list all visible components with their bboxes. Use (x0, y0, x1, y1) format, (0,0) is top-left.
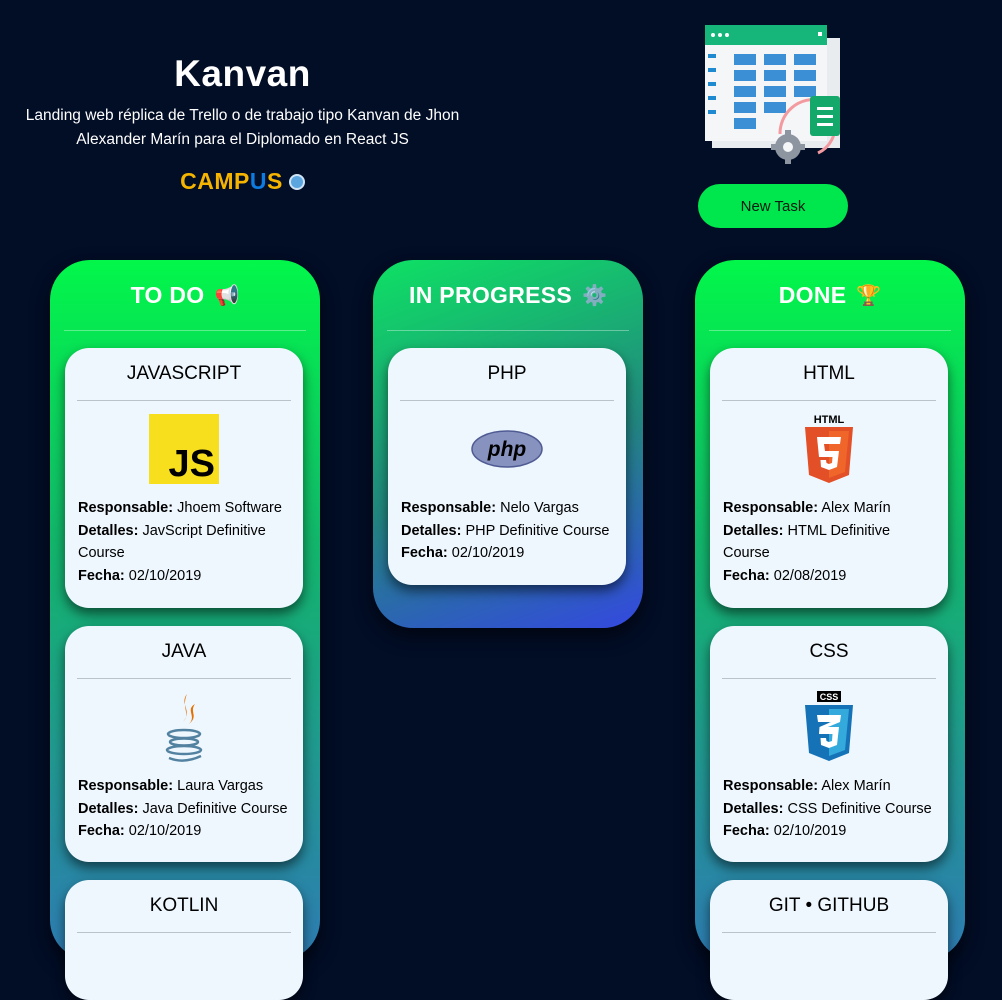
column-in-progress: IN PROGRESS ⚙️ PHP php Responsable: Nelo… (373, 260, 643, 628)
campus-logo: CAMPUS (180, 168, 305, 195)
card-detalles: CSS Definitive Course (787, 800, 932, 817)
megaphone-icon: 📢 (214, 284, 240, 307)
task-card-java[interactable]: JAVA Responsable: Laura Vargas Detalles:… (65, 626, 303, 862)
card-title: JAVA (77, 626, 291, 679)
gear-icon: ⚙️ (582, 284, 607, 307)
svg-text:JS: JS (169, 443, 215, 484)
card-title: JAVASCRIPT (77, 348, 291, 401)
card-responsable: Alex Marín (821, 500, 891, 516)
column-title: DONE (778, 281, 847, 308)
card-detalles: Java Definitive Course (142, 800, 288, 817)
svg-text:CSS: CSS (820, 692, 839, 702)
card-fecha: 02/10/2019 (128, 823, 202, 839)
card-responsable: Alex Marín (821, 778, 891, 794)
column-todo-header: TO DO 📢 (64, 260, 306, 331)
svg-text:php: php (487, 438, 527, 461)
card-title: GIT • GITHUB (722, 880, 936, 933)
java-logo-icon (165, 694, 203, 762)
column-title: TO DO (130, 281, 205, 308)
css3-logo-icon: CSS (805, 691, 853, 761)
card-responsable: Jhoem Software (177, 500, 282, 516)
task-card-css[interactable]: CSS CSS Responsable: Alex Marín Detalles… (710, 626, 948, 862)
campus-badge-icon (288, 173, 305, 190)
kanban-board-illustration (705, 25, 840, 164)
task-card-javascript[interactable]: JAVASCRIPT JS Responsable: Jhoem Softwar… (65, 348, 303, 608)
card-fecha: 02/10/2019 (773, 823, 847, 839)
javascript-logo-icon: JS (149, 414, 219, 484)
task-card-php[interactable]: PHP php Responsable: Nelo Vargas Detalle… (388, 348, 626, 585)
card-title: CSS (722, 626, 936, 679)
card-fecha: 02/10/2019 (128, 567, 202, 584)
trophy-icon: 🏆 (856, 284, 882, 307)
column-done: DONE 🏆 HTML HTML Responsable: Alex Marín… (695, 260, 965, 1000)
new-task-button[interactable]: New Task (698, 184, 848, 228)
php-logo-icon: php (471, 430, 543, 468)
page-title: Kanvan (174, 53, 311, 94)
task-card-kotlin[interactable]: KOTLIN (65, 880, 303, 1000)
column-title: IN PROGRESS (409, 281, 573, 308)
task-card-html[interactable]: HTML HTML Responsable: Alex Marín Detall… (710, 348, 948, 608)
column-in-progress-header: IN PROGRESS ⚙️ (387, 260, 629, 331)
card-title: PHP (400, 348, 614, 401)
task-card-git-github[interactable]: GIT • GITHUB (710, 880, 948, 1000)
card-title: KOTLIN (77, 880, 291, 933)
card-responsable: Laura Vargas (177, 778, 264, 794)
html5-logo-icon: HTML (805, 414, 853, 483)
header: Kanvan Landing web réplica de Trello o d… (0, 50, 485, 195)
card-detalles: PHP Definitive Course (465, 522, 610, 539)
column-todo: TO DO 📢 JAVASCRIPT JS Responsable: Jhoem… (50, 260, 320, 1000)
card-fecha: 02/10/2019 (451, 545, 525, 561)
card-title: HTML (722, 348, 936, 401)
card-responsable: Nelo Vargas (500, 500, 579, 516)
column-done-header: DONE 🏆 (709, 260, 951, 331)
svg-text:HTML: HTML (814, 414, 845, 426)
card-fecha: 02/08/2019 (773, 567, 847, 584)
page-subtitle: Landing web réplica de Trello o de traba… (25, 107, 460, 148)
